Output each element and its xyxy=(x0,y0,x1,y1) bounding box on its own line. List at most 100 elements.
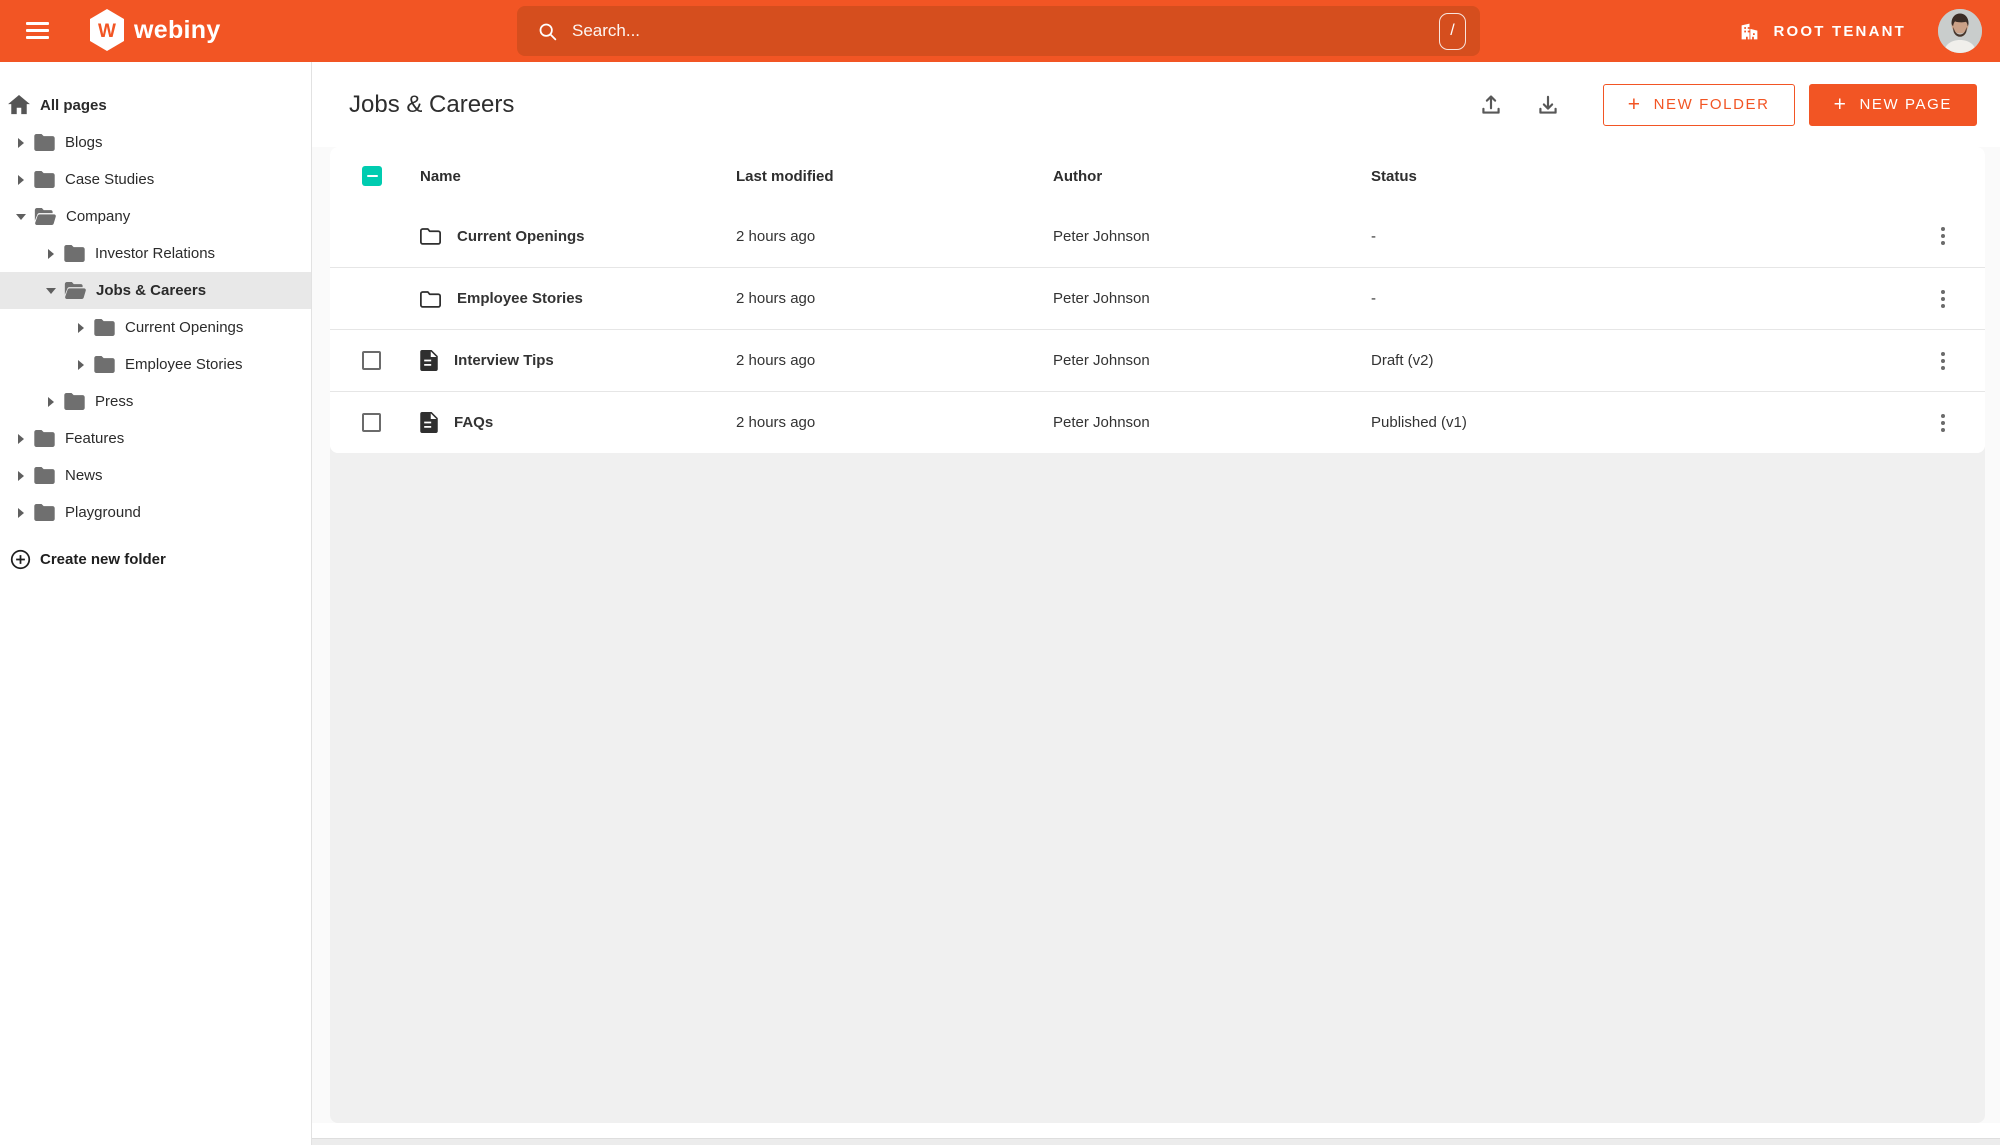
app-window: W webiny / ROOT TENANT xyxy=(0,0,2000,1145)
new-folder-button[interactable]: + NEW FOLDER xyxy=(1602,83,1795,126)
select-all-checkbox[interactable] xyxy=(362,166,382,186)
sidebar-item-label: Blogs xyxy=(65,134,103,151)
caret-icon[interactable] xyxy=(75,322,87,333)
svg-text:W: W xyxy=(98,21,116,42)
topbar-right-group: ROOT TENANT xyxy=(1739,0,1982,62)
search-input[interactable] xyxy=(572,21,1439,41)
table-row-faqs[interactable]: FAQs 2 hours ago Peter Johnson Published… xyxy=(330,391,1985,453)
building-icon xyxy=(1742,23,1758,39)
caret-icon[interactable] xyxy=(45,287,57,294)
row-author: Peter Johnson xyxy=(1053,227,1150,245)
sidebar-item-news[interactable]: News xyxy=(0,457,311,494)
sidebar-item-label: Press xyxy=(95,393,134,410)
new-folder-label: NEW FOLDER xyxy=(1653,96,1770,113)
home-icon xyxy=(8,95,30,115)
row-author: Peter Johnson xyxy=(1053,290,1150,307)
sidebar-item-label: Current Openings xyxy=(125,319,244,336)
folder-icon xyxy=(64,393,85,410)
upload-icon xyxy=(1482,94,1500,114)
caret-icon[interactable] xyxy=(15,433,27,444)
list-scroll-area[interactable]: Name Last modified Author Status Current… xyxy=(330,147,1985,1123)
table-header-row: Name Last modified Author Status xyxy=(330,147,1985,205)
slash-shortcut-key: / xyxy=(1439,12,1466,50)
row-checkbox[interactable] xyxy=(362,351,381,370)
bottom-strip xyxy=(312,1138,2000,1145)
kebab-menu-icon[interactable] xyxy=(1935,408,1951,438)
caret-icon[interactable] xyxy=(15,470,27,481)
sidebar-item-label: News xyxy=(65,467,103,484)
menu-icon[interactable] xyxy=(26,19,49,42)
row-author: Peter Johnson xyxy=(1053,352,1150,369)
caret-icon[interactable] xyxy=(15,174,27,185)
row-author: Peter Johnson xyxy=(1053,414,1150,431)
sidebar-item-label: Company xyxy=(66,208,131,225)
user-avatar[interactable] xyxy=(1938,9,1982,53)
create-new-folder-label: Create new folder xyxy=(40,550,166,568)
row-name: Interview Tips xyxy=(454,352,554,369)
sidebar-item-case-studies[interactable]: Case Studies xyxy=(0,161,311,198)
file-icon xyxy=(420,350,438,371)
caret-icon[interactable] xyxy=(15,507,27,518)
caret-icon[interactable] xyxy=(45,396,57,407)
sidebar-item-all-pages[interactable]: All pages xyxy=(0,86,311,124)
sidebar-item-jobs-careers[interactable]: Jobs & Careers xyxy=(0,272,311,309)
caret-icon[interactable] xyxy=(15,137,27,148)
folder-tree-sidebar: All pages Blogs Case Studies Company Inv… xyxy=(0,62,312,1145)
folder-icon xyxy=(34,134,55,151)
sidebar-item-company[interactable]: Company xyxy=(0,198,311,235)
page-header: Jobs & Careers + NEW FOLDER + NEW PAGE xyxy=(312,62,2000,147)
column-header-status: Status xyxy=(1371,167,1417,185)
row-last-modified: 2 hours ago xyxy=(736,290,816,307)
new-page-button[interactable]: + NEW PAGE xyxy=(1808,83,1977,126)
caret-icon[interactable] xyxy=(75,359,87,370)
sidebar-item-blogs[interactable]: Blogs xyxy=(0,124,311,161)
webiny-logo[interactable]: W webiny xyxy=(89,8,221,52)
table-row-employee-stories[interactable]: Employee Stories 2 hours ago Peter Johns… xyxy=(330,267,1985,329)
sidebar-item-employee-stories[interactable]: Employee Stories xyxy=(0,346,311,383)
row-name: Current Openings xyxy=(457,227,585,245)
create-new-folder-button[interactable]: Create new folder xyxy=(0,540,311,578)
kebab-menu-icon[interactable] xyxy=(1935,346,1951,376)
sidebar-item-press[interactable]: Press xyxy=(0,383,311,420)
folder-tree: Blogs Case Studies Company Investor Rela… xyxy=(0,124,311,531)
kebab-menu-icon[interactable] xyxy=(1935,221,1951,251)
row-status: Published (v1) xyxy=(1371,414,1467,431)
row-checkbox[interactable] xyxy=(362,413,381,432)
sidebar-item-features[interactable]: Features xyxy=(0,420,311,457)
folder-icon xyxy=(34,430,55,447)
column-header-author: Author xyxy=(1053,167,1103,185)
folder-icon xyxy=(420,290,441,308)
sidebar-item-current-openings[interactable]: Current Openings xyxy=(0,309,311,346)
row-name: FAQs xyxy=(454,414,494,431)
plus-circle-icon xyxy=(10,549,31,569)
table-body: Current Openings 2 hours ago Peter Johns… xyxy=(330,205,1985,453)
sidebar-item-label: Investor Relations xyxy=(95,245,216,262)
caret-icon[interactable] xyxy=(15,213,27,220)
folder-icon xyxy=(34,208,56,225)
sidebar-item-label: Jobs & Careers xyxy=(96,282,207,299)
sidebar-item-playground[interactable]: Playground xyxy=(0,494,311,531)
sidebar-item-investor-relations[interactable]: Investor Relations xyxy=(0,235,311,272)
row-status: - xyxy=(1371,227,1376,245)
folder-icon xyxy=(64,245,85,262)
search-bar[interactable]: / xyxy=(517,6,1480,56)
folder-icon xyxy=(64,282,86,299)
table-row-interview-tips[interactable]: Interview Tips 2 hours ago Peter Johnson… xyxy=(330,329,1985,391)
content-shell: All pages Blogs Case Studies Company Inv… xyxy=(0,62,2000,1145)
tenant-selector[interactable]: ROOT TENANT xyxy=(1739,21,1906,42)
kebab-menu-icon[interactable] xyxy=(1935,284,1951,314)
row-last-modified: 2 hours ago xyxy=(736,227,816,245)
export-pages-button[interactable] xyxy=(1527,84,1569,126)
folder-icon xyxy=(420,228,441,245)
brand-wordmark: webiny xyxy=(134,15,221,44)
import-pages-button[interactable] xyxy=(1470,84,1512,126)
caret-icon[interactable] xyxy=(45,248,57,259)
row-status: Draft (v2) xyxy=(1371,352,1434,369)
folder-icon xyxy=(34,171,55,188)
plus-icon: + xyxy=(1627,93,1642,116)
table-row-current-openings[interactable]: Current Openings 2 hours ago Peter Johns… xyxy=(330,205,1985,267)
search-icon xyxy=(539,23,557,40)
row-status: - xyxy=(1371,290,1376,307)
top-bar: W webiny / ROOT TENANT xyxy=(0,0,2000,62)
main-area: Jobs & Careers + NEW FOLDER + NEW PAGE N… xyxy=(312,62,2000,1145)
